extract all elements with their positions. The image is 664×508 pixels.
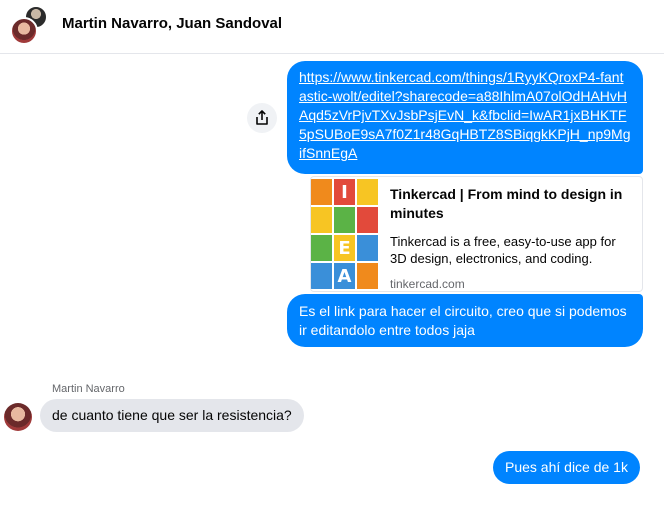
logo-tile: I [334,179,355,205]
group-avatar-icon[interactable] [10,5,50,45]
preview-title: Tinkercad | From mind to design in minut… [390,186,623,221]
outgoing-message: https://www.tinkercad.com/things/1RyyKQr… [287,61,643,174]
logo-tile [357,179,378,205]
shared-link[interactable]: https://www.tinkercad.com/things/1RyyKQr… [299,68,631,163]
logo-tile [357,263,378,289]
conversation-title[interactable]: Martin Navarro, Juan Sandoval [62,15,282,32]
logo-tile [311,207,332,233]
logo-tile: E [334,235,355,261]
avatar [10,17,38,45]
avatar[interactable] [4,403,32,431]
logo-tile [311,235,332,261]
logo-tile [311,179,332,205]
preview-meta: Tinkercad | From mind to design in minut… [390,185,635,291]
preview-domain: tinkercad.com [390,277,465,291]
preview-description: Tinkercad is a free, easy-to-use app for… [390,234,616,266]
logo-tile: A [334,263,355,289]
conversation-header: Martin Navarro, Juan Sandoval [0,0,664,54]
logo-tile [334,207,355,233]
logo-tile [357,235,378,261]
sender-name: Martin Navarro [52,383,125,395]
logo-tile [311,263,332,289]
outgoing-message: Pues ahí dice de 1k [493,451,640,484]
share-button[interactable] [247,103,277,133]
link-preview-card[interactable]: I E A Tinkercad | From mind to design in… [310,176,643,292]
outgoing-message: Es el link para hacer el circuito, creo … [287,294,643,347]
tinkercad-logo-icon: I E A [311,177,379,291]
logo-tile [357,207,378,233]
share-icon [256,110,268,125]
incoming-message: de cuanto tiene que ser la resistencia? [40,399,304,432]
